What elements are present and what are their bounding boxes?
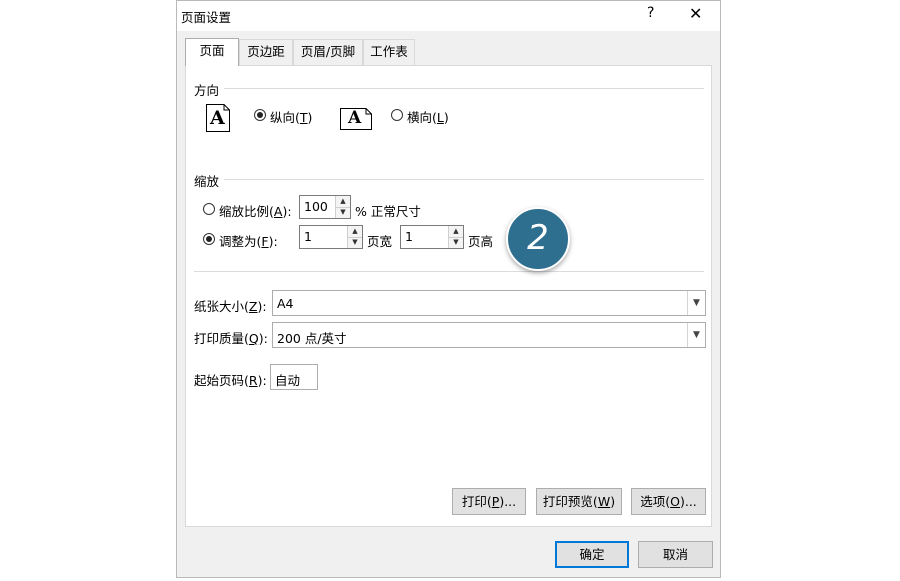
cancel-button[interactable]: 取消	[638, 541, 713, 568]
options-button[interactable]: 选项(O)...	[631, 488, 706, 515]
print-quality-value: 200 点/英寸	[277, 331, 347, 346]
portrait-radio[interactable]	[254, 109, 266, 121]
title-bar: 页面设置 ? ✕	[177, 1, 720, 31]
divider	[224, 88, 704, 89]
spin-down-icon[interactable]: ▼	[449, 237, 463, 248]
paper-size-label: 纸张大小(Z):	[194, 299, 267, 314]
pages-wide-unit: 页宽	[367, 234, 393, 249]
ok-button[interactable]: 确定	[555, 541, 629, 568]
adjust-to-label[interactable]: 缩放比例(A):	[219, 201, 292, 220]
first-page-number-value: 自动	[275, 373, 301, 388]
scale-percent-unit: % 正常尺寸	[355, 204, 421, 219]
divider	[194, 271, 704, 272]
tab-page[interactable]: 页面	[185, 38, 239, 66]
pages-tall-spinner[interactable]: 1 ▲ ▼	[400, 225, 464, 249]
chevron-down-icon[interactable]: ▼	[687, 291, 705, 315]
tab-sheet[interactable]: 工作表	[363, 39, 415, 65]
divider	[224, 179, 704, 180]
pages-wide-value: 1	[304, 229, 312, 244]
paper-size-value: A4	[277, 296, 294, 311]
dialog-title: 页面设置	[181, 10, 232, 25]
fit-to-radio[interactable]	[203, 233, 215, 245]
tab-margins[interactable]: 页边距	[239, 39, 293, 65]
first-page-number-input[interactable]: 自动	[270, 364, 318, 390]
spin-down-icon[interactable]: ▼	[336, 207, 350, 218]
orientation-heading: 方向	[194, 83, 220, 98]
help-button[interactable]: ?	[647, 5, 654, 21]
page-setup-dialog: 页面设置 ? ✕ 页面 页边距 页眉/页脚 工作表 方向 A 纵向(T) A 横…	[176, 0, 721, 578]
print-button[interactable]: 打印(P)...	[452, 488, 526, 515]
close-icon[interactable]: ✕	[689, 4, 702, 23]
chevron-down-icon[interactable]: ▼	[687, 323, 705, 347]
print-preview-button[interactable]: 打印预览(W)	[536, 488, 622, 515]
tab-panel-page: 方向 A 纵向(T) A 横向(L) 缩放 缩放比例(A): 100 ▲ ▼ %…	[185, 65, 712, 527]
pages-tall-value: 1	[405, 229, 413, 244]
first-page-number-label: 起始页码(R):	[194, 373, 267, 388]
landscape-radio[interactable]	[391, 109, 403, 121]
portrait-icon-letter: A	[210, 107, 225, 129]
landscape-icon-letter: A	[348, 108, 362, 128]
scaling-heading: 缩放	[194, 174, 220, 189]
print-quality-label: 打印质量(Q):	[194, 331, 268, 346]
pages-tall-unit: 页高	[468, 234, 494, 249]
pages-wide-spinner[interactable]: 1 ▲ ▼	[299, 225, 363, 249]
portrait-label[interactable]: 纵向(T)	[270, 107, 312, 126]
scale-percent-value: 100	[304, 199, 328, 214]
adjust-to-radio[interactable]	[203, 203, 215, 215]
fit-to-label[interactable]: 调整为(F):	[219, 231, 278, 250]
print-quality-select[interactable]: 200 点/英寸 ▼	[272, 322, 706, 348]
landscape-label[interactable]: 横向(L)	[407, 107, 449, 126]
paper-size-select[interactable]: A4 ▼	[272, 290, 706, 316]
spin-down-icon[interactable]: ▼	[348, 237, 362, 248]
tab-header-footer[interactable]: 页眉/页脚	[293, 39, 363, 65]
step-number-badge: 2	[506, 207, 570, 271]
scale-percent-spinner[interactable]: 100 ▲ ▼	[299, 195, 351, 219]
